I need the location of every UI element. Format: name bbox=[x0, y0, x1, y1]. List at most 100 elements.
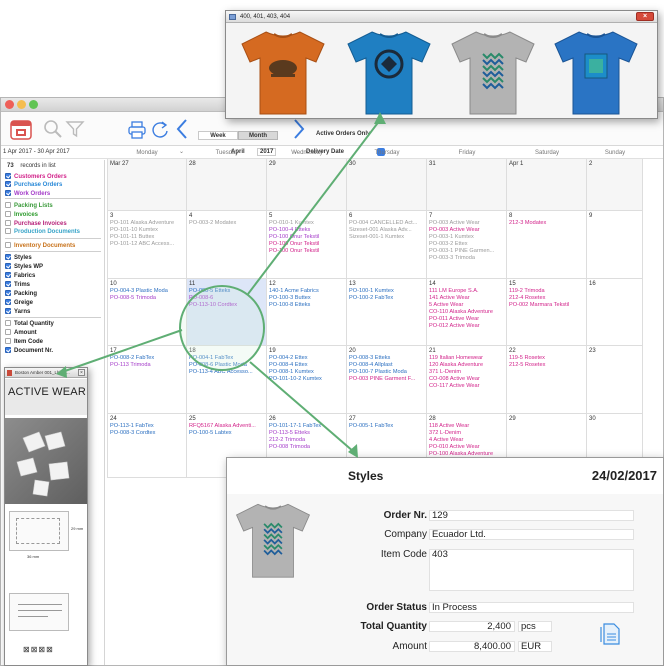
calendar-entry[interactable]: 118 Active Wear bbox=[429, 423, 504, 430]
quantity-unit-field[interactable]: pcs bbox=[518, 621, 552, 632]
filter-checkbox[interactable] bbox=[5, 220, 11, 226]
calendar-day-cell[interactable]: 23 bbox=[587, 346, 643, 414]
calendar-day-cell[interactable]: 6 PO-004 CANCELLED Act... Sizeset-001 Alas… bbox=[347, 211, 427, 279]
calendar-day-cell[interactable]: 13 PO-100-1 Kumtex PO-100-2 FabTex bbox=[347, 279, 427, 346]
calendar-entry[interactable]: 111 LM Europe S.A. bbox=[429, 288, 504, 295]
calendar-entry[interactable]: PO-008-5 Etteks bbox=[189, 288, 264, 295]
item-code-field[interactable]: 403 bbox=[429, 549, 634, 591]
filter-checkbox[interactable] bbox=[5, 290, 11, 296]
calendar-entry[interactable]: 5 Active Wear bbox=[429, 302, 504, 309]
zoom-window-button[interactable] bbox=[29, 100, 38, 109]
calendar-entry[interactable]: PO-010-1 Kumtex bbox=[269, 220, 344, 227]
calendar-day-cell[interactable]: Apr 1 bbox=[507, 159, 587, 211]
calendar-day-cell[interactable]: 14 111 LM Europe S.A. 141 Active Wear 5 Act… bbox=[427, 279, 507, 346]
calendar-entry[interactable]: 119-2 Trimoda bbox=[509, 288, 584, 295]
calendar-day-cell[interactable]: 21 119 Italian Homewear 120 Alaska Adventu… bbox=[427, 346, 507, 414]
sidebar-filter-item[interactable]: Total Quantity bbox=[5, 320, 54, 328]
filter-checkbox[interactable] bbox=[5, 299, 11, 305]
calendar-entry[interactable]: PO-011 Active Wear bbox=[429, 316, 504, 323]
month-tab[interactable]: Month bbox=[238, 131, 278, 140]
filter-checkbox[interactable] bbox=[5, 308, 11, 314]
calendar-entry[interactable]: PO-003-1 Kumtex bbox=[429, 234, 504, 241]
calendar-day-cell[interactable]: 19 PO-004-2 Ettex PO-008-4 Ettex PO-008-1 K… bbox=[267, 346, 347, 414]
calendar-entry[interactable]: 119-5 Rosetex bbox=[509, 355, 584, 362]
tshirt-image-grey[interactable] bbox=[448, 26, 538, 116]
calendar-entry[interactable]: PO-008-6 Plastic Moda bbox=[189, 362, 264, 369]
calendar-entry[interactable]: PO-008-3 Cordtex bbox=[110, 430, 184, 437]
sidebar-filter-item[interactable]: Document Nr. bbox=[5, 347, 53, 355]
tshirt-image-blue-print[interactable] bbox=[551, 26, 641, 116]
calendar-entry[interactable]: RFQ5167 Alaska Adventi... bbox=[189, 423, 264, 430]
calendar-day-cell[interactable]: 16 bbox=[587, 279, 643, 346]
calendar-entry[interactable]: PO-100-7 Plastic Moda bbox=[349, 369, 424, 376]
close-button[interactable]: × bbox=[78, 369, 85, 376]
calendar-day-cell[interactable]: 15 119-2 Trimoda 212-4 Rosetex PO-002 Marma… bbox=[507, 279, 587, 346]
calendar-entry[interactable]: PO-100-5 Labtex bbox=[189, 430, 264, 437]
filter-icon[interactable] bbox=[65, 119, 85, 139]
filter-checkbox[interactable] bbox=[5, 281, 11, 287]
sidebar-filter-item[interactable]: Item Code bbox=[5, 338, 43, 346]
filter-checkbox[interactable] bbox=[5, 329, 11, 335]
calendar-entry[interactable]: 212-5 Rosetex bbox=[509, 362, 584, 369]
calendar-entry[interactable]: PO-101-10-2 Kumtex bbox=[269, 376, 344, 383]
calendar-entry[interactable]: PO-101-12 ABC Access... bbox=[110, 241, 184, 248]
calendar-entry[interactable]: PO-008-1 Kumtex bbox=[269, 369, 344, 376]
calendar-entry[interactable]: PO-008-6 bbox=[189, 295, 264, 302]
calendar-entry[interactable]: PO-100-3 Buttex bbox=[269, 295, 344, 302]
sidebar-filter-item[interactable]: Production Documents bbox=[5, 228, 80, 236]
filter-checkbox[interactable] bbox=[5, 202, 11, 208]
calendar-entry[interactable]: PO-012 Active Wear bbox=[429, 323, 504, 330]
filter-checkbox[interactable] bbox=[5, 190, 11, 196]
sidebar-filter-item[interactable]: Packing Lists bbox=[5, 202, 53, 210]
calendar-entry[interactable]: PO-113-10 Cordtex bbox=[189, 302, 264, 309]
refresh-icon[interactable] bbox=[150, 120, 170, 140]
week-tab[interactable]: Week bbox=[198, 131, 238, 140]
minimize-window-button[interactable] bbox=[17, 100, 26, 109]
calendar-day-cell[interactable]: 18 PO-004-1 FabTex PO-008-6 Plastic Moda PO… bbox=[187, 346, 267, 414]
calendar-day-cell[interactable]: 30 bbox=[347, 159, 427, 211]
calendar-entry[interactable]: PO-101-17-1 FabTex bbox=[269, 423, 344, 430]
close-button[interactable]: × bbox=[636, 12, 654, 21]
calendar-entry[interactable]: PO-100-1 Kumtex bbox=[349, 288, 424, 295]
sidebar-filter-item[interactable]: Amount bbox=[5, 329, 37, 337]
calendar-day-cell[interactable]: 8 212-3 Modatex bbox=[507, 211, 587, 279]
filter-checkbox[interactable] bbox=[5, 347, 11, 353]
sidebar-filter-item[interactable]: Customers Orders bbox=[5, 173, 67, 181]
calendar-entry[interactable]: 140-1 Acme Fabrics bbox=[269, 288, 344, 295]
chevron-right-icon[interactable] bbox=[292, 118, 306, 140]
calendar-entry[interactable]: PO-100-4 Etteks bbox=[269, 227, 344, 234]
calendar-entry[interactable]: PO-008 Trimoda bbox=[269, 444, 344, 451]
calendar-entry[interactable]: PO-100-8 Etteks bbox=[269, 302, 344, 309]
tshirt-image-orange[interactable] bbox=[238, 26, 328, 116]
calendar-day-cell[interactable]: 10 PO-004-3 Plastic Moda PO-008-5 Trimoda bbox=[107, 279, 187, 346]
total-quantity-field[interactable]: 2,400 bbox=[429, 621, 515, 632]
calendar-entry[interactable]: PO-004 CANCELLED Act... bbox=[349, 220, 424, 227]
styles-thumbnail[interactable] bbox=[233, 496, 313, 582]
calendar-day-cell[interactable]: Mar 27 bbox=[107, 159, 187, 211]
calendar-day-cell[interactable]: 7 PO-003 Active Wear PO-003 Active Wear PO-… bbox=[427, 211, 507, 279]
order-nr-field[interactable]: 129 bbox=[429, 510, 634, 521]
calendar-day-cell[interactable]: 4 PO-003-2 Modatex bbox=[187, 211, 267, 279]
calendar-entry[interactable]: 372 L-Denim bbox=[429, 430, 504, 437]
calendar-entry[interactable]: Sizeset-001 Alaska Adv... bbox=[349, 227, 424, 234]
calendar-entry[interactable]: PO-004-2 Ettex bbox=[269, 355, 344, 362]
calendar-entry[interactable]: PO-004-3 Plastic Moda bbox=[110, 288, 184, 295]
calendar-day-cell[interactable]: 24 PO-113-1 FabTex PO-008-3 Cordtex bbox=[107, 414, 187, 478]
sidebar-filter-item[interactable]: Purchase Invoices bbox=[5, 220, 67, 228]
calendar-entry[interactable]: PO-003 PINE Garment F... bbox=[349, 376, 424, 383]
sidebar-filter-item[interactable]: Yarns bbox=[5, 308, 30, 316]
filter-checkbox[interactable] bbox=[5, 254, 11, 260]
calendar-entry[interactable]: 212-2 Trimoda bbox=[269, 437, 344, 444]
calendar-entry[interactable]: CO-110 Alaska Adventure bbox=[429, 309, 504, 316]
calendar-day-cell[interactable]: 9 bbox=[587, 211, 643, 279]
calendar-entry[interactable]: PO-002 Marmara Tekstil bbox=[509, 302, 584, 309]
calendar-entry[interactable]: PO-003 Active Wear bbox=[429, 220, 504, 227]
calendar-entry[interactable]: PO-003-2 Ettex bbox=[429, 241, 504, 248]
sidebar-filter-item[interactable]: Fabrics bbox=[5, 272, 35, 280]
calendar-entry[interactable]: PO-113-1 FabTex bbox=[110, 423, 184, 430]
calendar-entry[interactable]: Sizeset-001-1 Kumtex bbox=[349, 234, 424, 241]
calendar-day-cell[interactable]: 2 bbox=[587, 159, 643, 211]
calendar-day-cell[interactable]: 28 bbox=[187, 159, 267, 211]
calendar-entry[interactable]: PO-100-2 FabTex bbox=[349, 295, 424, 302]
calendar-entry[interactable]: PO-101-11 Buttex bbox=[110, 234, 184, 241]
